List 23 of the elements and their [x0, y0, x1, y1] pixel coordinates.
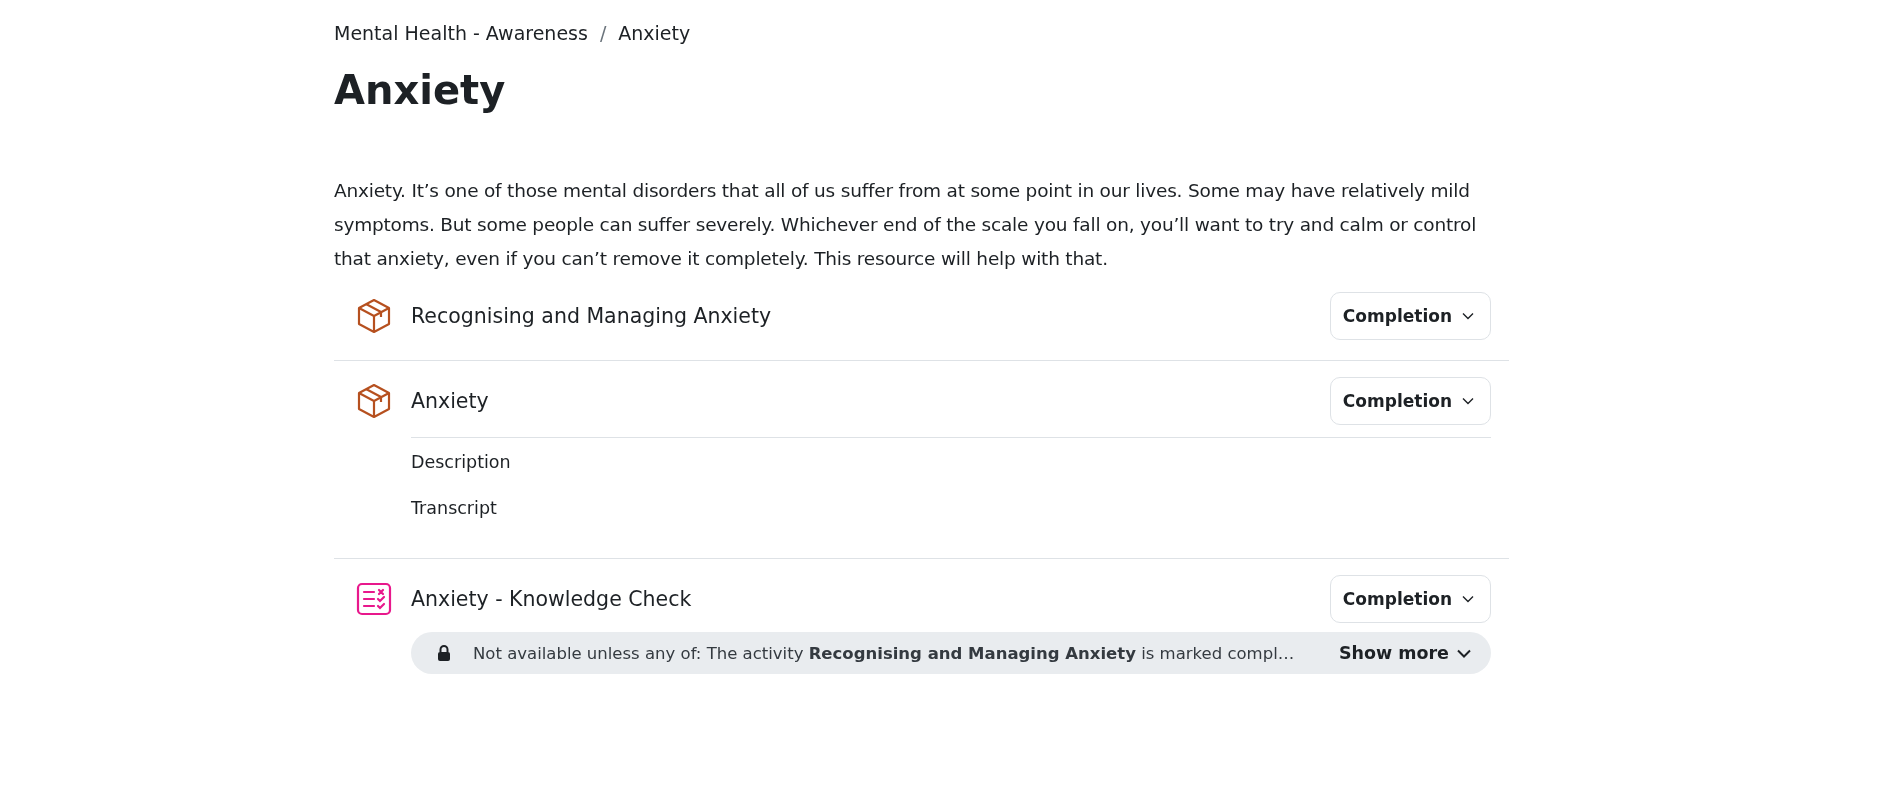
section-link[interactable]: Description [411, 452, 511, 472]
breadcrumb-separator: / [599, 22, 607, 44]
caret-icon [1462, 312, 1474, 320]
checklist-icon [356, 581, 392, 617]
section-link[interactable]: Transcript [411, 498, 497, 518]
completion-dropdown[interactable]: Completion [1329, 575, 1491, 623]
show-more-button[interactable]: Show more [1334, 639, 1475, 667]
intro-paragraph: Anxiety. It’s one of those mental disorders that all of us suffer from at some point in our lives. Some may have relatively mild symptoms. But some people can suffer severely. Whichever end of the scale you fall on, you’ll want to try and calm or control that anxiety, even if you can’t remove it completely. This resource will help with that. [334, 179, 1478, 271]
box-icon [356, 383, 392, 419]
lock-icon [437, 644, 451, 662]
box-icon [356, 298, 392, 334]
activity-link[interactable]: Anxiety [411, 389, 489, 413]
chevron-down-icon [1457, 648, 1471, 658]
restriction-text: Not available unless any of: The activity Recognising and Managing Anxiety is marked compl… [473, 643, 1296, 663]
completion-dropdown[interactable]: Completion [1329, 377, 1491, 425]
breadcrumb-link[interactable]: Mental Health - Awareness [334, 22, 588, 44]
caret-icon [1462, 595, 1474, 603]
completion-dropdown[interactable]: Completion [1329, 292, 1491, 340]
activity-link[interactable]: Recognising and Managing Anxiety [411, 304, 772, 328]
caret-icon [1462, 397, 1474, 405]
breadcrumb-current: Anxiety [618, 22, 691, 44]
activity-link[interactable]: Anxiety - Knowledge Check [411, 587, 692, 611]
page-title: Anxiety [334, 66, 507, 114]
